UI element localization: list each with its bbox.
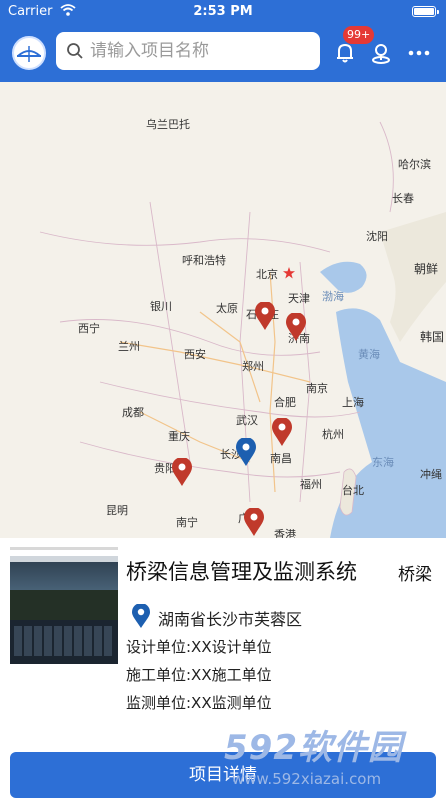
project-marker-selected[interactable] <box>236 438 256 466</box>
map-label: 香港 <box>274 528 296 538</box>
map-label: 呼和浩特 <box>182 254 226 267</box>
watermark: 592软件园 www.592xiazai.com <box>218 718 446 800</box>
map-label: 太原 <box>216 302 238 315</box>
map-label: 南京 <box>306 382 328 395</box>
map-label: 郑州 <box>242 360 264 373</box>
monitor-unit: 监测单位:XX监测单位 <box>126 694 272 712</box>
map-label: 南昌 <box>270 452 292 465</box>
map-label: 南宁 <box>176 516 198 529</box>
project-marker[interactable] <box>286 313 306 341</box>
project-marker[interactable] <box>272 418 292 446</box>
location-button[interactable] <box>366 38 396 68</box>
search-icon <box>66 42 84 64</box>
map-label: 银川 <box>150 300 172 313</box>
location-icon <box>372 44 390 64</box>
project-address: 湖南省长沙市芙蓉区 <box>158 610 303 629</box>
map-label: 武汉 <box>236 414 258 427</box>
project-type-tag: 桥梁 <box>398 565 432 585</box>
map-label: 福州 <box>300 478 322 491</box>
map-label: 合肥 <box>274 396 296 409</box>
map-label: 东海 <box>372 456 394 469</box>
map-label: 兰州 <box>118 340 140 353</box>
watermark-url: www.592xiazai.com <box>232 770 382 788</box>
location-pin-icon <box>132 604 150 628</box>
project-marker[interactable] <box>255 302 275 330</box>
clock: 2:53 PM <box>193 4 253 19</box>
status-bar: Carrier 2:53 PM <box>0 0 446 24</box>
map-label: 朝鲜 <box>414 262 439 276</box>
map-label: 黄海 <box>358 348 380 361</box>
app-header: 99+ <box>0 24 446 82</box>
map-label: 乌兰巴托 <box>146 118 190 131</box>
more-icon <box>408 50 430 56</box>
search-input[interactable] <box>90 32 312 70</box>
map-label: 西安 <box>184 348 206 361</box>
card-divider <box>10 547 118 550</box>
map-label: 西宁 <box>78 322 100 335</box>
map-label: 北京 <box>256 268 278 281</box>
design-unit: 设计单位:XX设计单位 <box>126 638 272 656</box>
project-title: 桥梁信息管理及监测系统 <box>126 560 357 584</box>
map-label: 台北 <box>342 484 364 497</box>
capital-star-icon <box>283 267 295 279</box>
watermark-brand: 592软件园 <box>224 728 403 768</box>
map-label: 渤海 <box>322 290 344 303</box>
map-label: 韩国 <box>420 330 445 344</box>
map-label: 长春 <box>392 192 414 205</box>
map-label: 沈阳 <box>366 230 388 243</box>
map-label: 重庆 <box>168 430 190 443</box>
construction-unit: 施工单位:XX施工单位 <box>126 666 272 684</box>
project-marker[interactable] <box>244 508 264 536</box>
battery-icon <box>412 6 439 17</box>
map-label: 冲绳 <box>420 468 442 481</box>
app-logo[interactable] <box>12 36 46 70</box>
project-thumbnail[interactable] <box>10 556 118 664</box>
map-label: 天津 <box>288 292 310 305</box>
map-label: 杭州 <box>322 428 344 441</box>
more-button[interactable] <box>404 38 434 68</box>
search-box[interactable] <box>56 32 320 70</box>
map-label: 昆明 <box>106 504 128 517</box>
map-view[interactable]: 乌兰巴托 哈尔滨 长春 呼和浩特 沈阳 朝鲜 北京 天津 渤海 银川 太原 石家… <box>0 82 446 538</box>
map-label: 上海 <box>342 396 364 409</box>
map-label: 哈尔滨 <box>398 158 431 171</box>
project-marker[interactable] <box>172 458 192 486</box>
map-label: 成都 <box>122 406 144 419</box>
